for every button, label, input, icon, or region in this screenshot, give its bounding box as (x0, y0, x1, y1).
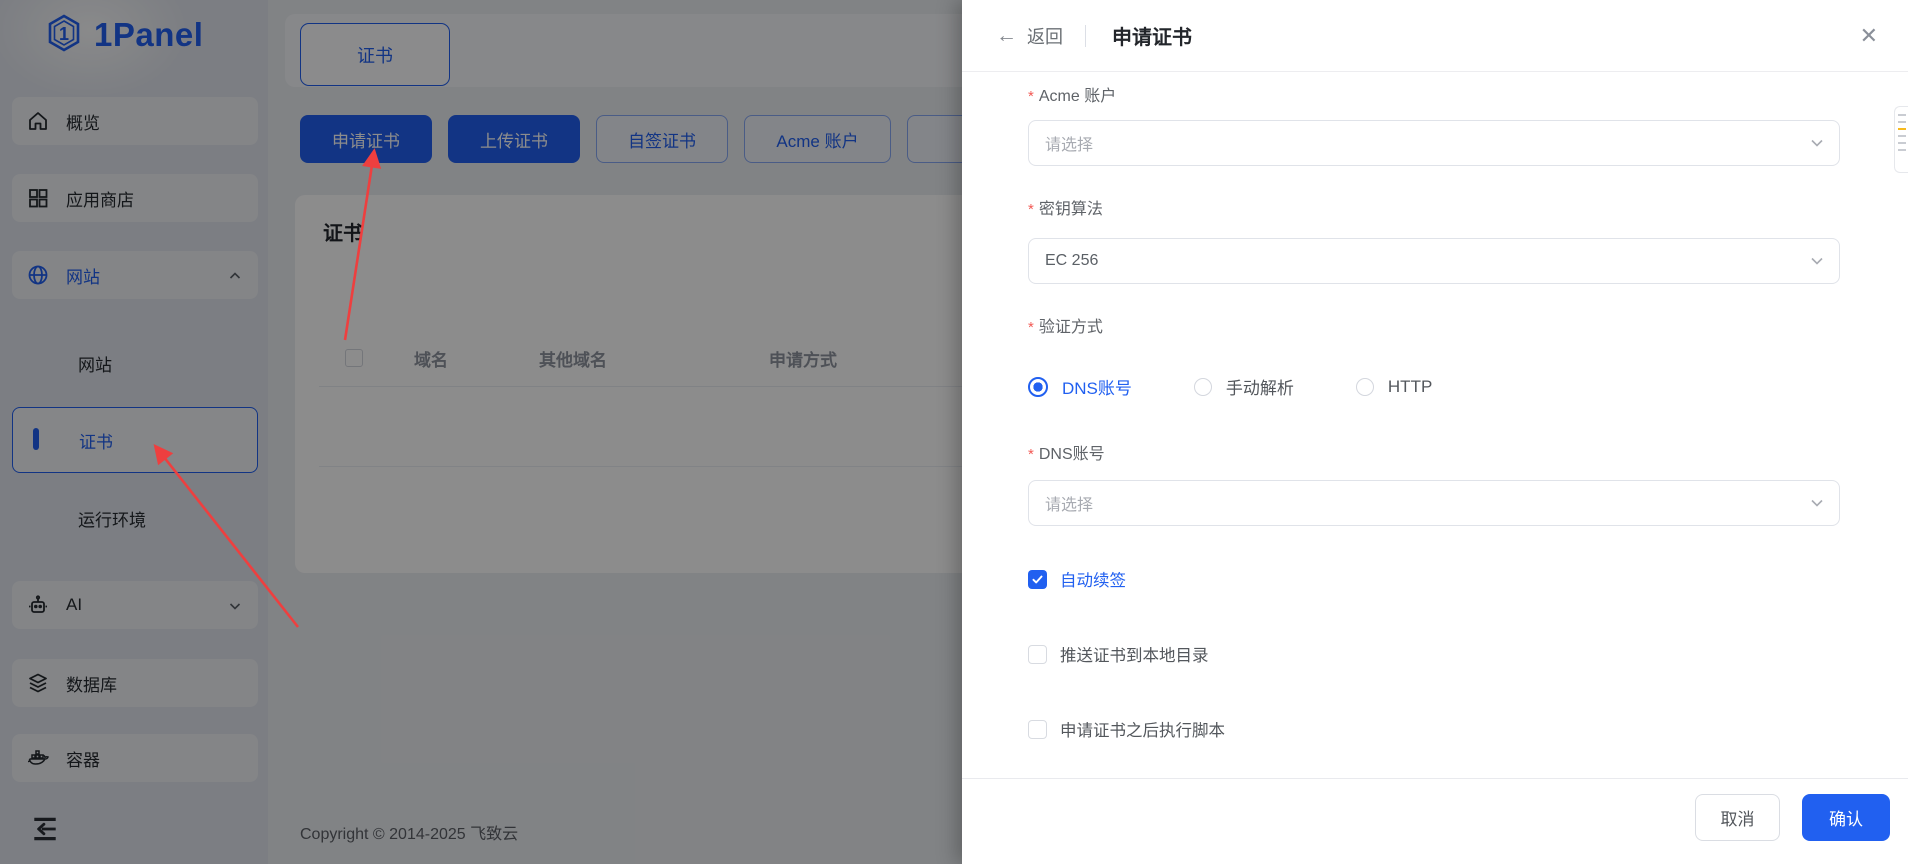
push-dir-label[interactable]: 推送证书到本地目录 (1060, 642, 1209, 666)
verify-method-label: *验证方式 (1028, 313, 1103, 337)
auto-renew-checkbox-checked[interactable] (1028, 570, 1047, 589)
select-placeholder: 请选择 (1045, 131, 1093, 155)
back-button[interactable]: ← 返回 (996, 23, 1063, 49)
radio-label-http[interactable]: HTTP (1388, 377, 1432, 397)
select-placeholder: 请选择 (1045, 491, 1093, 515)
dns-account-label: *DNS账号 (1028, 440, 1105, 464)
required-asterisk: * (1028, 88, 1034, 105)
radio-manual-resolve[interactable] (1194, 378, 1212, 396)
back-arrow-icon: ← (996, 25, 1017, 46)
chevron-down-icon (1809, 135, 1825, 151)
radio-http[interactable] (1356, 378, 1374, 396)
chevron-down-icon (1809, 253, 1825, 269)
chevron-down-icon (1809, 495, 1825, 511)
button-label: 确认 (1829, 805, 1863, 830)
radio-label-manual[interactable]: 手动解析 (1226, 374, 1294, 399)
required-asterisk: * (1028, 201, 1034, 218)
script-after-checkbox[interactable] (1028, 720, 1047, 739)
app-window: 1 1Panel 概览 应用商店 (0, 0, 1908, 864)
confirm-button[interactable]: 确认 (1802, 794, 1890, 841)
drawer-header: ← 返回 申请证书 ✕ (962, 0, 1908, 72)
required-asterisk: * (1028, 446, 1034, 463)
script-after-label[interactable]: 申请证书之后执行脚本 (1060, 717, 1225, 741)
drawer-footer: 取消 确认 (962, 778, 1908, 864)
dns-account-select[interactable]: 请选择 (1028, 480, 1840, 526)
push-dir-checkbox[interactable] (1028, 645, 1047, 664)
cancel-button[interactable]: 取消 (1695, 794, 1780, 841)
key-algorithm-select[interactable]: EC 256 (1028, 238, 1840, 284)
acme-account-label: *Acme 账户 (1028, 82, 1116, 106)
key-algorithm-label: *密钥算法 (1028, 195, 1103, 219)
back-label: 返回 (1027, 23, 1063, 49)
close-icon[interactable]: ✕ (1860, 25, 1878, 47)
drawer-title: 申请证书 (1112, 21, 1192, 50)
button-label: 取消 (1721, 805, 1755, 830)
required-asterisk: * (1028, 319, 1034, 336)
verify-method-radio-group: DNS账号 手动解析 HTTP (1028, 374, 1432, 399)
radio-dns-account-checked[interactable] (1028, 377, 1048, 397)
select-value: EC 256 (1045, 252, 1098, 270)
auto-renew-label[interactable]: 自动续签 (1060, 567, 1126, 591)
radio-label-dns[interactable]: DNS账号 (1062, 374, 1132, 399)
acme-account-select[interactable]: 请选择 (1028, 120, 1840, 166)
push-dir-row: 推送证书到本地目录 (1028, 642, 1209, 666)
script-after-row: 申请证书之后执行脚本 (1028, 717, 1225, 741)
auto-renew-row: 自动续签 (1028, 567, 1126, 591)
header-divider (1085, 25, 1086, 47)
apply-certificate-drawer: ← 返回 申请证书 ✕ *Acme 账户 请选择 *密钥算法 (962, 0, 1908, 864)
edge-floating-widget[interactable] (1894, 106, 1908, 173)
